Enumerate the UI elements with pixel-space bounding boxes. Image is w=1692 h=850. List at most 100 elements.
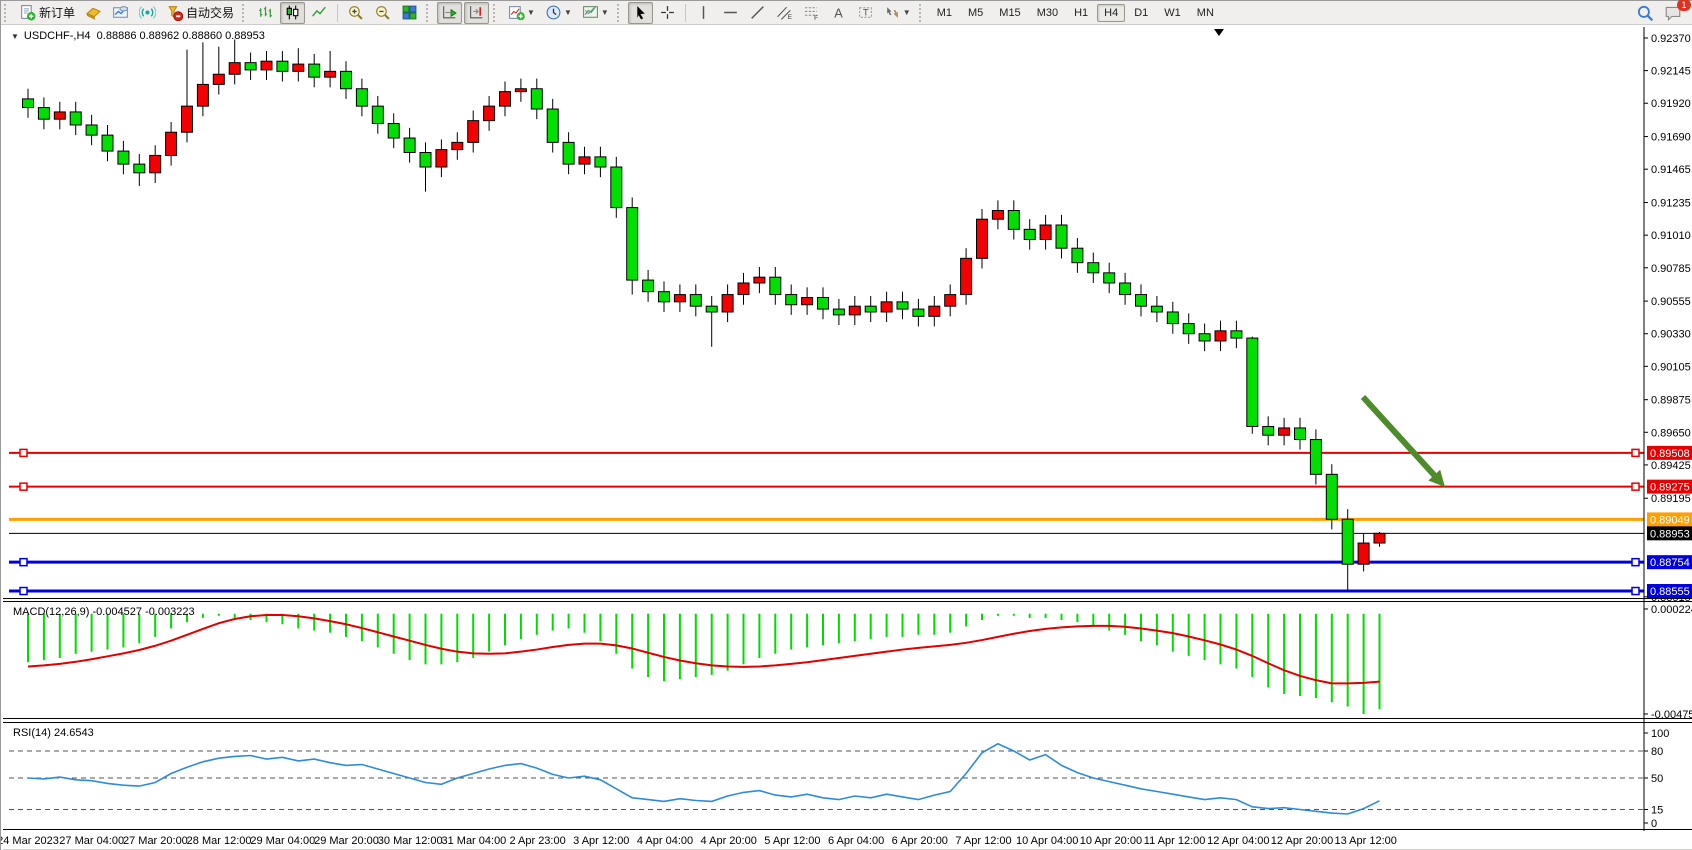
chevron-down-icon[interactable]: ▼ bbox=[601, 8, 609, 17]
timeframe-m1-button[interactable]: M1 bbox=[930, 4, 959, 22]
price-tick-label: 0.91235 bbox=[1651, 198, 1691, 210]
line-handle[interactable] bbox=[1632, 559, 1639, 566]
new-order-button[interactable]: 新订单 bbox=[15, 2, 79, 24]
svg-text:T: T bbox=[863, 8, 869, 19]
candle bbox=[1104, 273, 1115, 283]
arrows-button[interactable]: ▼ bbox=[880, 2, 915, 24]
auto-scroll-button[interactable] bbox=[437, 2, 462, 24]
cursor-icon bbox=[632, 4, 649, 21]
rsi-indicator-label: RSI(14) 24.6543 bbox=[13, 727, 94, 739]
time-tick-label: 29 Mar 04:00 bbox=[250, 835, 315, 847]
candle bbox=[929, 306, 940, 316]
chat-button[interactable]: 1 bbox=[1660, 2, 1686, 24]
time-tick-label: 31 Mar 04:00 bbox=[441, 835, 506, 847]
chart-area[interactable]: 0.923700.921450.919200.916900.914650.912… bbox=[1, 25, 1692, 850]
price-tick-label: 0.89195 bbox=[1651, 493, 1691, 505]
line-chart-button[interactable] bbox=[307, 2, 332, 24]
horizontal-line-button[interactable] bbox=[718, 2, 743, 24]
timeframe-d1-button[interactable]: D1 bbox=[1127, 4, 1155, 22]
chart-shift-button[interactable] bbox=[464, 2, 489, 24]
rsi-line bbox=[28, 744, 1380, 814]
chart-collapse-icon[interactable]: ▼ bbox=[11, 32, 19, 41]
candle bbox=[1167, 312, 1178, 324]
timeframe-w1-button[interactable]: W1 bbox=[1157, 4, 1188, 22]
timeframe-h1-button[interactable]: H1 bbox=[1067, 4, 1095, 22]
chevron-down-icon[interactable]: ▼ bbox=[903, 8, 911, 17]
candle bbox=[452, 142, 463, 149]
toolbar-grip bbox=[426, 4, 433, 22]
line-handle[interactable] bbox=[20, 449, 27, 456]
price-tick-label: 0.91010 bbox=[1651, 230, 1691, 242]
chart-canvas[interactable]: 0.923700.921450.919200.916900.914650.912… bbox=[1, 25, 1692, 850]
candlestick-chart-button[interactable] bbox=[280, 2, 305, 24]
crosshair-button[interactable] bbox=[655, 2, 680, 24]
trendline-button[interactable] bbox=[745, 2, 770, 24]
price-tick-label: 0.90105 bbox=[1651, 361, 1691, 373]
zoom-out-button[interactable] bbox=[370, 2, 395, 24]
line-handle[interactable] bbox=[1632, 588, 1639, 595]
rsi-panel bbox=[9, 744, 1644, 814]
text-button[interactable]: A bbox=[826, 2, 851, 24]
line-handle[interactable] bbox=[1632, 483, 1639, 490]
zoom-out-icon bbox=[374, 4, 391, 21]
candle bbox=[182, 106, 193, 132]
signal-button[interactable] bbox=[135, 2, 160, 24]
toolbar-grip bbox=[4, 4, 11, 22]
candle bbox=[309, 64, 320, 77]
price-tick-label: 0.92370 bbox=[1651, 33, 1691, 45]
macd-panel bbox=[28, 614, 1380, 714]
fibonacci-button[interactable]: F bbox=[799, 2, 824, 24]
signal-icon bbox=[139, 4, 156, 21]
candle bbox=[213, 74, 224, 84]
trend-arrow[interactable] bbox=[1363, 397, 1438, 480]
timeframe-m30-button[interactable]: M30 bbox=[1030, 4, 1065, 22]
candle bbox=[404, 138, 415, 152]
candle bbox=[54, 112, 65, 119]
timeframe-mn-button[interactable]: MN bbox=[1190, 4, 1221, 22]
line-handle[interactable] bbox=[20, 483, 27, 490]
time-tick-label: 10 Apr 20:00 bbox=[1080, 835, 1142, 847]
candle bbox=[627, 208, 638, 280]
auto-trading-button[interactable]: 自动交易 bbox=[162, 2, 238, 24]
templates-icon bbox=[582, 4, 599, 21]
candle bbox=[102, 135, 113, 151]
time-tick-label: 4 Apr 04:00 bbox=[637, 835, 693, 847]
terminal-window: 新订单 自动交易 ▼ ▼ ▼ EFA T ▼ M1M5M15M30H1H4D1W1MN 1 0.9… bbox=[0, 0, 1692, 850]
candle bbox=[897, 302, 908, 309]
text-label-button[interactable]: T bbox=[853, 2, 878, 24]
zoom-in-button[interactable] bbox=[343, 2, 368, 24]
bar-chart-button[interactable] bbox=[253, 2, 278, 24]
candle bbox=[468, 121, 479, 143]
candle bbox=[1326, 474, 1337, 519]
line-handle[interactable] bbox=[1632, 449, 1639, 456]
candle bbox=[197, 84, 208, 106]
indicators-button[interactable]: ▼ bbox=[504, 2, 539, 24]
chevron-down-icon[interactable]: ▼ bbox=[527, 8, 535, 17]
vertical-line-button[interactable] bbox=[691, 2, 716, 24]
macd-signal-line bbox=[28, 615, 1380, 683]
time-tick-label: 13 Apr 12:00 bbox=[1335, 835, 1397, 847]
notification-badge: 1 bbox=[1677, 0, 1691, 11]
line-handle[interactable] bbox=[20, 559, 27, 566]
timeframe-h4-button[interactable]: H4 bbox=[1097, 4, 1125, 22]
periods-button[interactable]: ▼ bbox=[541, 2, 576, 24]
equidistant-channel-icon: E bbox=[776, 4, 793, 21]
chevron-down-icon[interactable]: ▼ bbox=[564, 8, 572, 17]
chart-window-button[interactable] bbox=[108, 2, 133, 24]
auto-trading-label: 自动交易 bbox=[186, 4, 234, 21]
timeframe-m5-button[interactable]: M5 bbox=[961, 4, 990, 22]
candle bbox=[150, 155, 161, 172]
cursor-button[interactable] bbox=[628, 2, 653, 24]
search-button[interactable] bbox=[1632, 2, 1658, 24]
data-folder-button[interactable] bbox=[81, 2, 106, 24]
timeframe-m15-button[interactable]: M15 bbox=[992, 4, 1027, 22]
chart-symbol-period: USDCHF-,H4 bbox=[24, 30, 91, 42]
templates-button[interactable]: ▼ bbox=[578, 2, 613, 24]
candle bbox=[134, 164, 145, 173]
time-tick-label: 7 Apr 12:00 bbox=[955, 835, 1011, 847]
tile-windows-button[interactable] bbox=[397, 2, 422, 24]
equidistant-channel-button[interactable]: E bbox=[772, 2, 797, 24]
line-handle[interactable] bbox=[20, 588, 27, 595]
periods-icon bbox=[545, 4, 562, 21]
price-tick-label: 0.91465 bbox=[1651, 164, 1691, 176]
